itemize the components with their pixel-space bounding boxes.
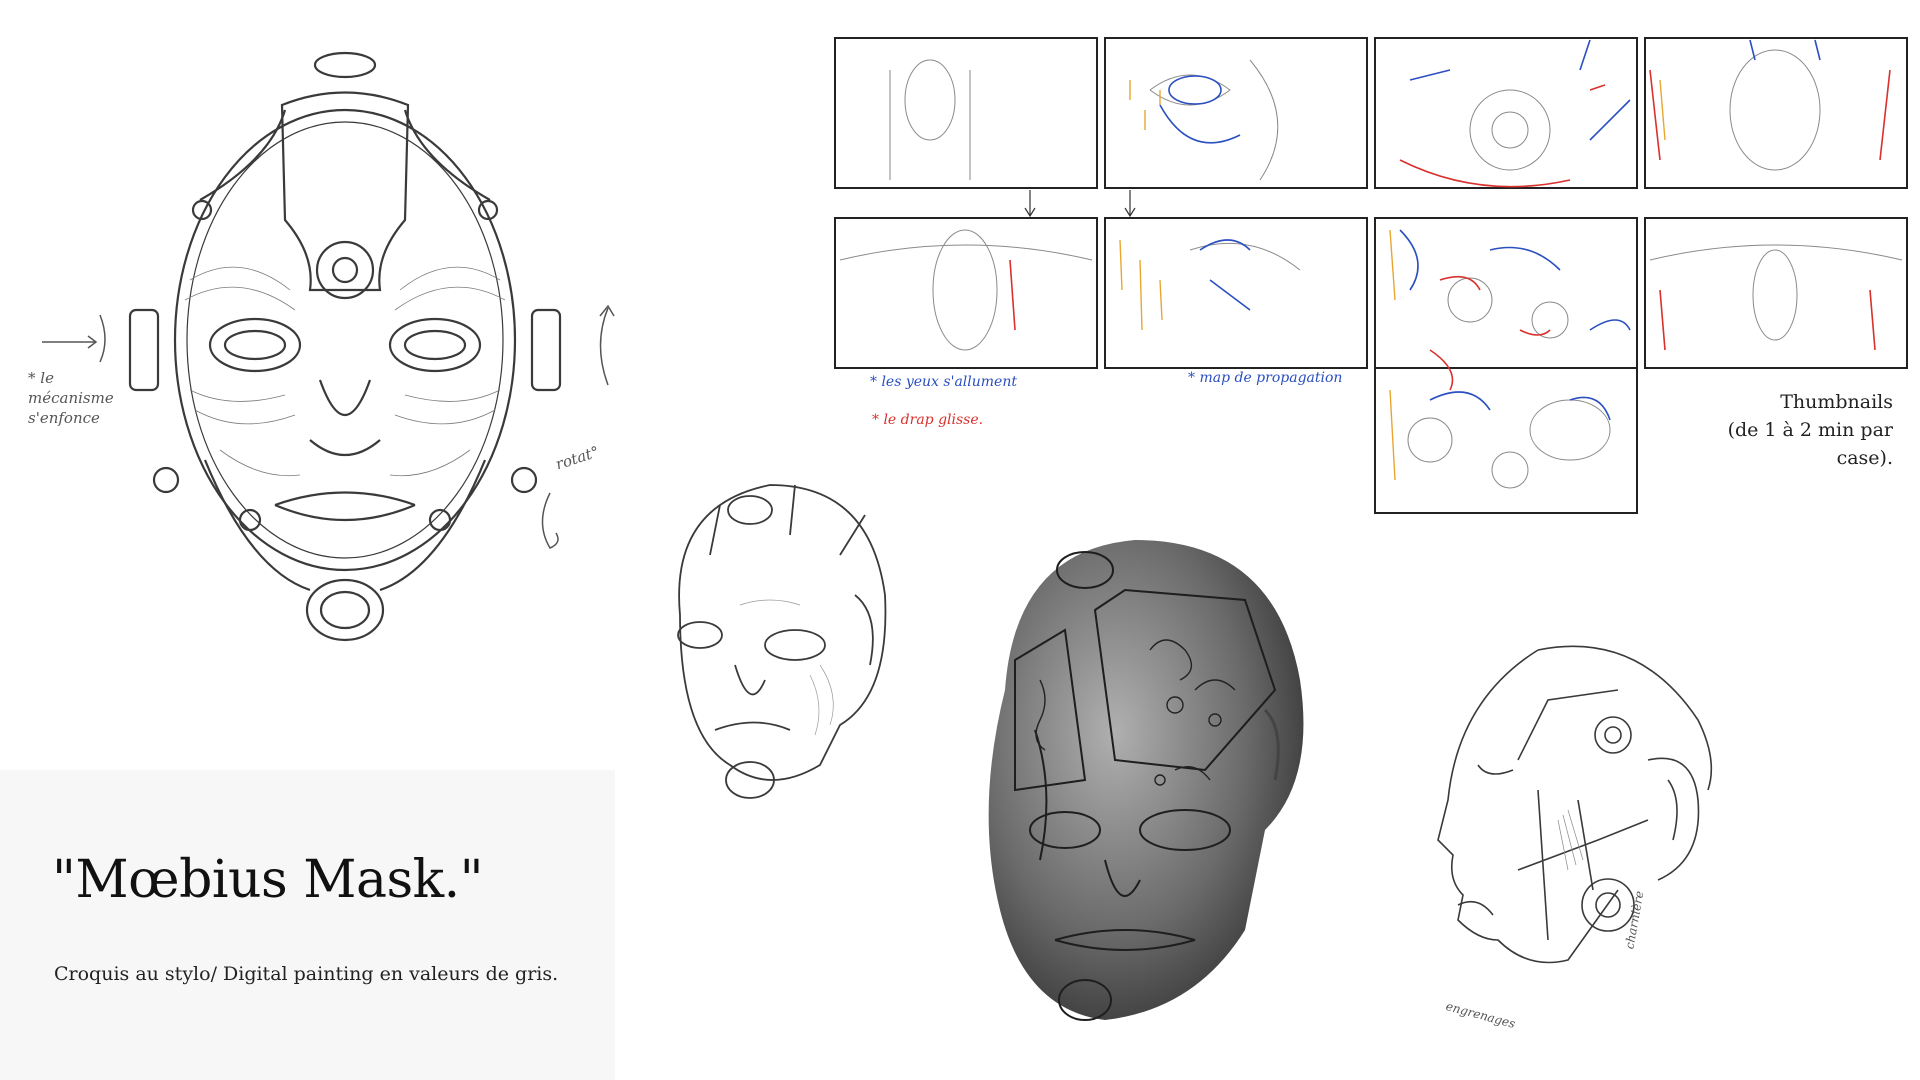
- three-quarter-mask-sketch: [640, 465, 900, 805]
- profile-mask-sketch: [1418, 640, 1738, 1040]
- rotation-arrow-left-icon: [40, 300, 110, 374]
- front-mask-sketch: [110, 50, 580, 660]
- board-note-eyes: * les yeux s'allument: [870, 374, 1017, 390]
- sketch-note-left: * le mécanisme s'enfonce: [28, 369, 114, 427]
- thumbnails-caption: Thumbnails (de 1 à 2 min par case).: [1727, 391, 1893, 469]
- rotation-arrow-right-icon: [588, 300, 628, 394]
- rotation-arrow-bottom-icon: [530, 488, 570, 562]
- board-note-drape: * le drap glisse.: [872, 412, 984, 428]
- board-note-map: * map de propagation: [1188, 370, 1343, 386]
- page-title: "Mœbius Mask.": [52, 850, 484, 910]
- grayscale-painted-mask: [945, 530, 1325, 1030]
- text-panel: [0, 770, 615, 1080]
- page-subtitle: Croquis au stylo/ Digital painting en va…: [54, 963, 559, 985]
- portfolio-page: "Mœbius Mask." Croquis au stylo/ Digital…: [0, 0, 1920, 1080]
